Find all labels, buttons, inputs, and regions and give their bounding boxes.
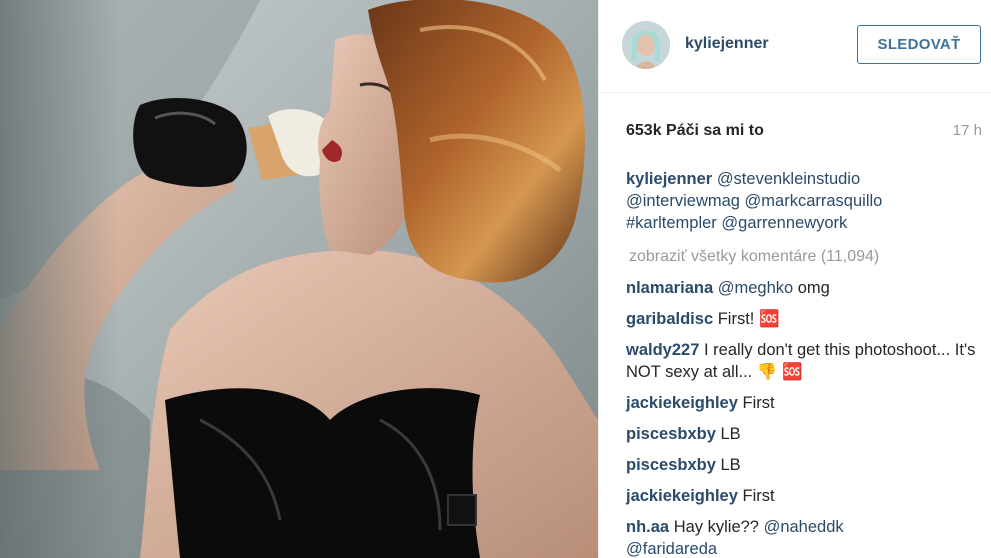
comment-username[interactable]: piscesbxby <box>626 425 716 443</box>
list-item: jackiekeighley First <box>626 392 976 414</box>
view-all-comments-link[interactable]: zobraziť všetky komentáre (11,094) <box>629 246 976 268</box>
list-item: jackiekeighley First <box>626 485 976 507</box>
list-item: nh.aa Hay kylie?? @naheddk @faridareda <box>626 516 976 558</box>
mention-link[interactable]: @naheddk <box>764 518 844 536</box>
comment-text: Hay kylie?? <box>669 518 764 536</box>
post-photo[interactable] <box>0 0 598 558</box>
comment-text: First! 🆘 <box>713 310 780 328</box>
hashtag-link[interactable]: #karltempler <box>626 214 717 232</box>
list-item: garibaldisc First! 🆘 <box>626 308 976 330</box>
avatar[interactable] <box>622 21 670 69</box>
post-stats: 653k Páči sa mi to 17 h <box>599 92 991 170</box>
comment-text: LB <box>715 425 741 443</box>
mention-link[interactable]: @garrennewyork <box>721 214 847 232</box>
profile-photo-icon <box>622 21 670 69</box>
post-image <box>0 0 598 558</box>
list-item: piscesbxby LB <box>626 423 976 445</box>
mention-link[interactable]: @markcarrasquillo <box>745 192 883 210</box>
comment-text: First <box>737 394 775 412</box>
comment-username[interactable]: nh.aa <box>626 518 669 536</box>
mention-link[interactable]: @stevenkleinstudio <box>717 170 860 188</box>
comment-text: LB <box>715 456 741 474</box>
comments-list: kyliejenner @stevenkleinstudio @intervie… <box>626 168 976 558</box>
follow-button[interactable]: SLEDOVAŤ <box>857 25 981 64</box>
comment-username[interactable]: piscesbxby <box>626 456 716 474</box>
comment-username[interactable]: waldy227 <box>626 341 699 359</box>
caption: kyliejenner @stevenkleinstudio @intervie… <box>626 168 976 234</box>
post-time[interactable]: 17 h <box>953 122 982 139</box>
comment-username[interactable]: jackiekeighley <box>626 394 738 412</box>
mention-link[interactable]: @meghko <box>718 279 793 297</box>
comment-text: First <box>737 487 775 505</box>
list-item: nlamariana @meghko omg <box>626 277 976 299</box>
post-sidebar: kyliejenner SLEDOVAŤ 653k Páči sa mi to … <box>599 0 991 558</box>
mention-link[interactable]: @faridareda <box>626 540 717 558</box>
list-item: piscesbxby LB <box>626 454 976 476</box>
comment-username[interactable]: nlamariana <box>626 279 713 297</box>
post-header: kyliejenner SLEDOVAŤ <box>599 0 991 93</box>
comment-username[interactable]: jackiekeighley <box>626 487 738 505</box>
list-item: waldy227 I really don't get this photosh… <box>626 339 976 383</box>
likes-count[interactable]: 653k Páči sa mi to <box>626 122 764 140</box>
author-username[interactable]: kyliejenner <box>685 35 769 53</box>
comment-text: omg <box>793 279 830 297</box>
comment-username[interactable]: kyliejenner <box>626 170 712 188</box>
comment-username[interactable]: garibaldisc <box>626 310 713 328</box>
mention-link[interactable]: @interviewmag <box>626 192 740 210</box>
